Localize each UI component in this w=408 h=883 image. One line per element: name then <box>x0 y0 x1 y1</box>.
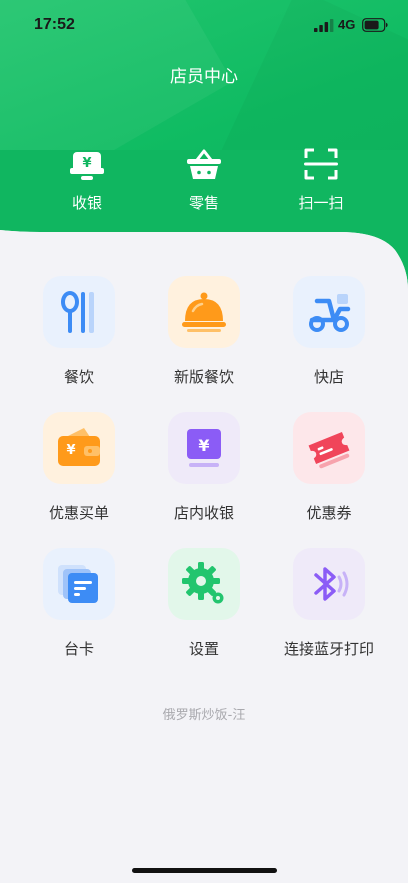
quick-cashier-label: 收银 <box>71 194 102 212</box>
quick-actions: ¥ 收银 零售 扫一扫 <box>0 146 408 216</box>
cash-register-icon: ¥ <box>187 429 221 467</box>
home-indicator[interactable] <box>132 868 277 873</box>
grid-item-label: 设置 <box>188 640 219 658</box>
grid-item-label: 快店 <box>313 368 344 386</box>
gear-icon <box>182 562 224 604</box>
grid-icon-box: ¥ <box>43 412 115 484</box>
svg-text:¥: ¥ <box>82 156 91 171</box>
grid-item-label: 餐饮 <box>63 368 94 386</box>
scan-icon <box>304 148 338 180</box>
coupon-icon <box>308 431 350 469</box>
grid-item-label: 新版餐饮 <box>173 368 234 386</box>
wallet-icon: ¥ <box>58 428 100 466</box>
store-name: 俄罗斯炒饭-汪 <box>162 708 246 723</box>
svg-text:¥: ¥ <box>198 436 209 455</box>
svg-text:¥: ¥ <box>66 443 75 458</box>
quick-retail-button[interactable]: 零售 <box>159 146 249 213</box>
grid-item-label: 优惠券 <box>306 504 352 522</box>
grid-item-quick-store[interactable]: 快店 <box>266 276 392 396</box>
cards-icon <box>58 565 98 603</box>
grid-icon-box <box>168 276 240 348</box>
grid-icon-box <box>168 548 240 620</box>
grid-item-table-card[interactable]: 台卡 <box>16 548 142 668</box>
status-bar: 17:52 4G <box>0 0 408 50</box>
grid-item-catering[interactable]: 餐饮 <box>16 276 142 396</box>
basket-icon <box>187 149 221 179</box>
grid-item-new-catering[interactable]: 新版餐饮 <box>141 276 267 396</box>
status-time: 17:52 <box>34 16 75 33</box>
grid-item-discount-pay[interactable]: ¥ 优惠买单 <box>16 412 142 532</box>
cashier-icon: ¥ <box>70 152 104 180</box>
grid-icon-box <box>293 412 365 484</box>
quick-scan-button[interactable]: 扫一扫 <box>276 146 366 213</box>
fork-knife-icon <box>61 291 94 333</box>
bluetooth-icon <box>314 567 349 601</box>
grid-icon-box <box>293 276 365 348</box>
signal-icon <box>314 19 334 32</box>
grid-item-label: 台卡 <box>63 640 94 658</box>
grid-item-in-store-cashier[interactable]: ¥ 店内收银 <box>141 412 267 532</box>
food-cloche-icon <box>182 292 226 332</box>
grid-item-bluetooth-print[interactable]: 连接蓝牙打印 <box>266 548 392 668</box>
grid-icon-box <box>43 276 115 348</box>
page-title: 店员中心 <box>170 67 238 87</box>
quick-cashier-button[interactable]: ¥ 收银 <box>42 146 132 213</box>
grid-item-coupon[interactable]: 优惠券 <box>266 412 392 532</box>
battery-icon <box>362 18 388 32</box>
grid-item-label: 优惠买单 <box>48 504 109 522</box>
scooter-icon <box>309 294 351 332</box>
network-type: 4G <box>338 17 356 32</box>
grid-icon-box <box>293 548 365 620</box>
grid-item-label: 店内收银 <box>173 504 234 522</box>
grid-icon-box: ¥ <box>168 412 240 484</box>
quick-retail-label: 零售 <box>188 194 219 212</box>
grid-item-settings[interactable]: 设置 <box>141 548 267 668</box>
quick-scan-label: 扫一扫 <box>298 194 344 212</box>
grid-item-label: 连接蓝牙打印 <box>283 640 374 658</box>
grid-icon-box <box>43 548 115 620</box>
